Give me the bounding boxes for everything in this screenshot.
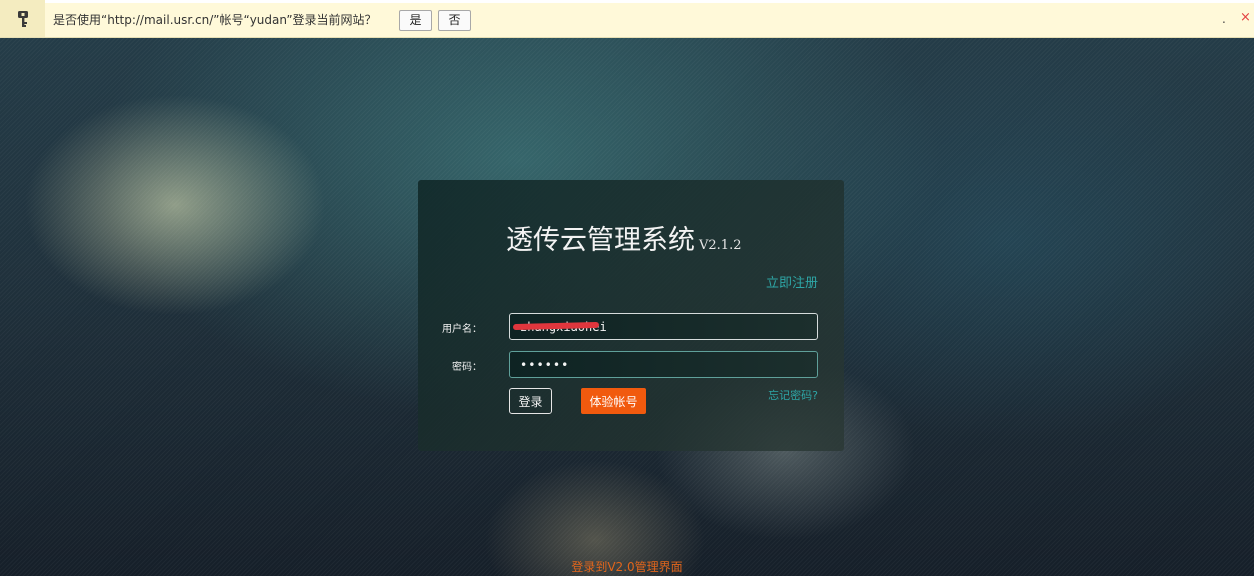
system-title: 透传云管理系统 — [506, 225, 695, 256]
page-title: 透传云管理系统 V2.1.2 — [506, 218, 796, 257]
password-save-bar: 是否使用“http://mail.usr.cn/”帐号“yudan”登录当前网站… — [0, 0, 1254, 38]
username-input[interactable] — [509, 313, 818, 340]
bar-dot: . — [1222, 12, 1226, 26]
bookmark-strip — [0, 0, 1254, 3]
login-panel: 透传云管理系统 V2.1.2 立即注册 用户名： 密码： 登录 体验帐号 忘记密码… — [418, 180, 844, 451]
forgot-password-link[interactable]: 忘记密码? — [768, 387, 818, 403]
password-bar-message: 是否使用“http://mail.usr.cn/”帐号“yudan”登录当前网站… — [53, 13, 377, 27]
trial-account-button[interactable]: 体验帐号 — [581, 388, 646, 414]
no-button[interactable]: 否 — [438, 10, 471, 31]
v2-login-link[interactable]: 登录到V2.0管理界面 — [0, 558, 1254, 575]
username-label: 用户名： — [442, 324, 482, 335]
yes-button[interactable]: 是 — [399, 10, 432, 31]
password-label: 密码： — [452, 362, 482, 373]
key-icon — [0, 0, 45, 37]
close-icon[interactable]: × — [1240, 10, 1251, 25]
version-label: V2.1.2 — [699, 238, 742, 253]
register-link[interactable]: 立即注册 — [766, 272, 818, 291]
login-button[interactable]: 登录 — [509, 388, 552, 414]
password-input[interactable] — [509, 351, 818, 378]
